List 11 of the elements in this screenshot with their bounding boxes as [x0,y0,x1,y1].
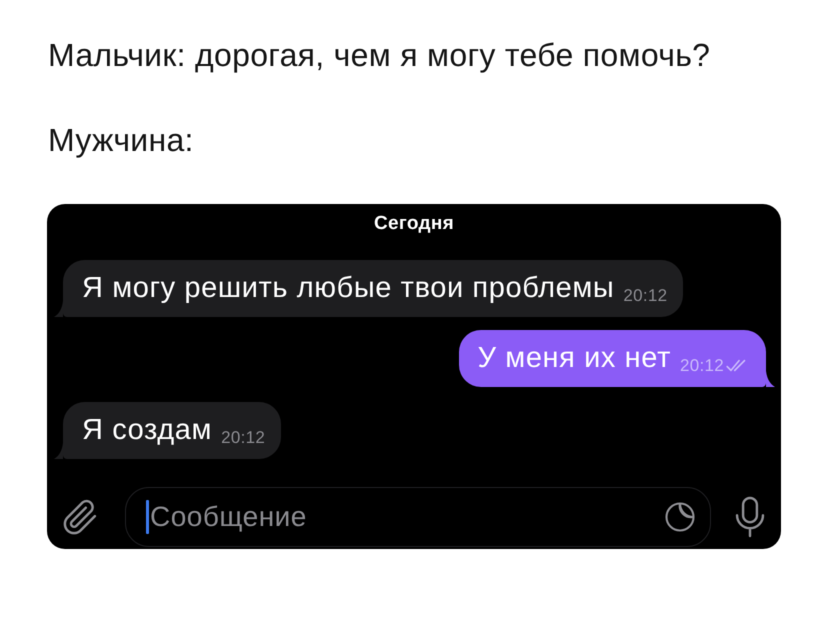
message-time: 20:12 [221,428,266,448]
message-text: У меня их нет [478,342,671,375]
message-text: Я создам [82,414,212,447]
caption-text: Мужчина: [48,121,194,160]
message-time: 20:12 [680,356,724,376]
date-label: Сегодня [374,213,454,235]
caption-text: Мальчик: дорогая, чем я могу тебе помочь? [48,36,710,75]
message-text: Я могу решить любые твои проблемы [82,272,614,305]
message-input-field[interactable]: Сообщение [125,486,711,546]
message-input[interactable]: Сообщение [149,496,662,536]
message-time: 20:12 [623,286,668,306]
